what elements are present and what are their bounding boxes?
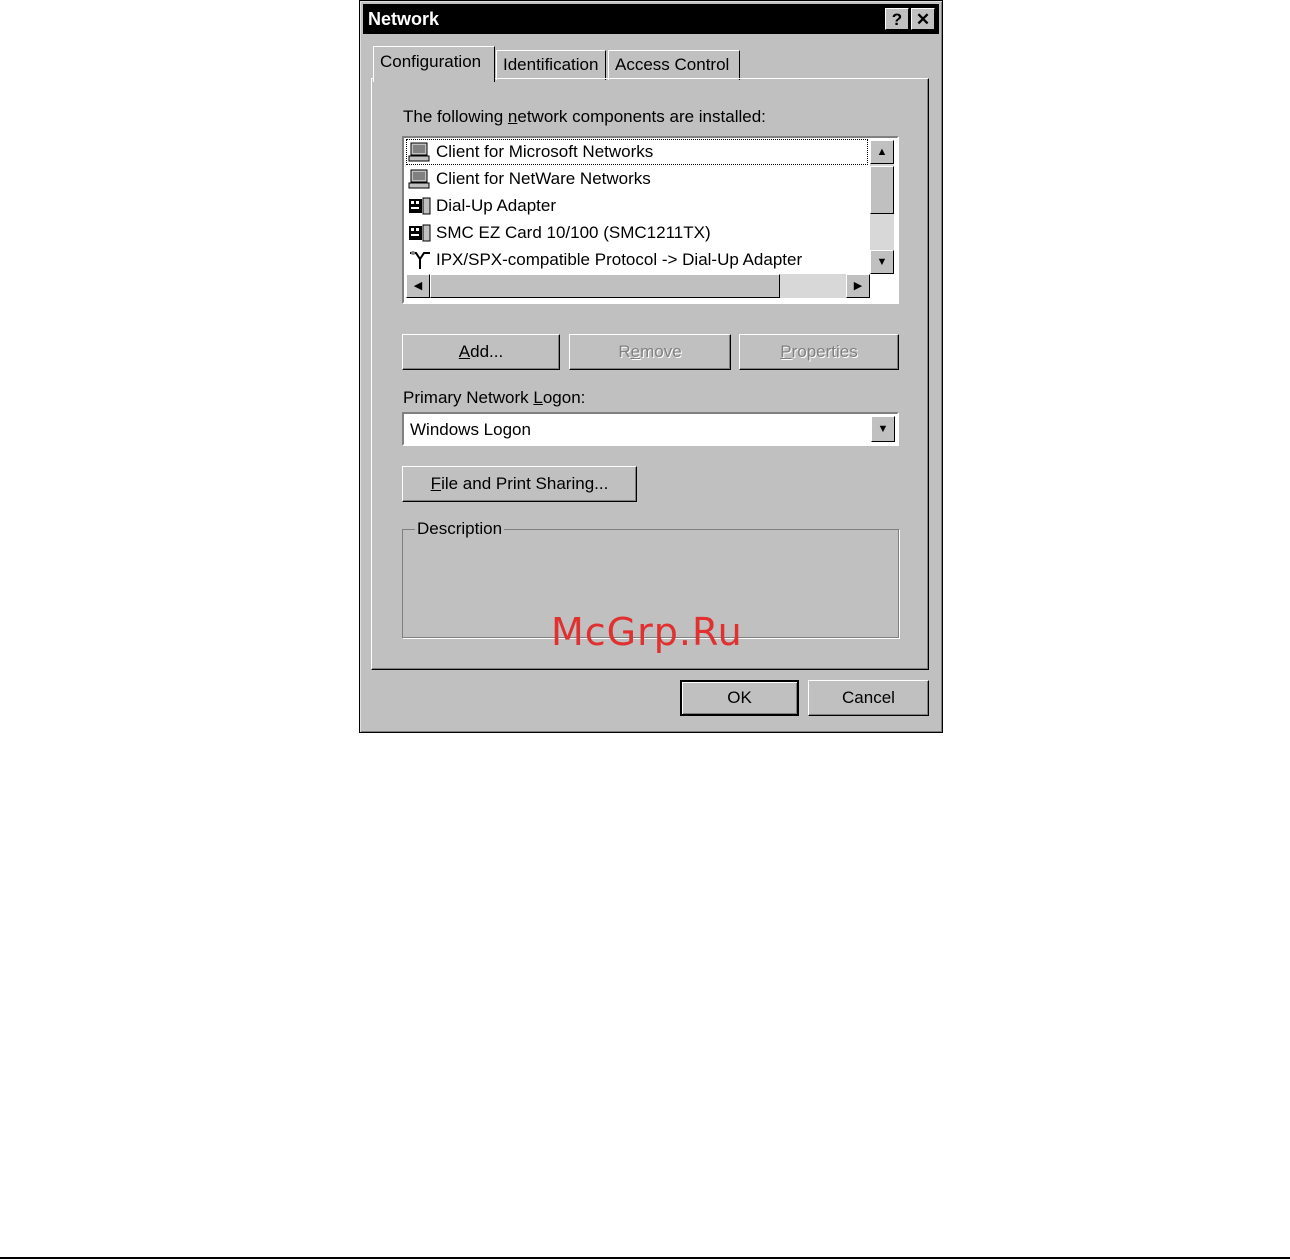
scroll-left-button[interactable]: ◀ [406,274,430,298]
page-bottom-rule [0,1257,1290,1259]
vertical-scrollbar[interactable]: ▲ ▼ [870,140,894,274]
components-listbox[interactable]: Client for Microsoft Networks Client for… [402,136,899,304]
horizontal-scroll-thumb[interactable] [430,274,780,298]
tab-identification-label: Identification [503,55,599,74]
description-legend: Description [415,519,505,539]
tab-configuration[interactable]: Configuration [373,46,495,82]
list-item[interactable]: Client for Microsoft Networks [406,139,868,165]
scroll-right-button[interactable]: ▶ [846,274,870,298]
properties-button[interactable]: Properties [739,334,899,370]
tab-configuration-label: Configuration [380,52,482,71]
remove-button[interactable]: Remove [569,334,731,370]
list-item[interactable]: IPX/SPX-compatible Protocol -> Dial-Up A… [406,247,868,273]
protocol-icon [406,249,434,271]
help-icon: ? [891,10,903,29]
file-print-sharing-button[interactable]: File and Print Sharing... [402,466,637,502]
adapter-card-icon [406,195,434,217]
primary-logon-label: Primary Network Logon: [403,388,586,407]
horizontal-scrollbar[interactable]: ◀ ▶ [406,274,870,298]
list-item[interactable]: Dial-Up Adapter [406,193,868,219]
vertical-scroll-thumb[interactable] [870,166,894,214]
list-item[interactable]: Client for NetWare Networks [406,166,868,192]
cancel-button[interactable]: Cancel [808,680,929,716]
arrow-left-icon: ◀ [413,280,423,292]
arrow-right-icon: ▶ [853,280,863,292]
components-label: The following network components are ins… [403,107,766,126]
ok-button[interactable]: OK [680,680,799,716]
scroll-up-button[interactable]: ▲ [870,140,894,164]
add-button[interactable]: Add... [402,334,560,370]
primary-logon-value: Windows Logon [410,420,531,439]
tab-access-control-label: Access Control [615,55,730,74]
watermark: McGrp.Ru [551,610,743,654]
dropdown-button[interactable]: ▼ [871,416,895,442]
primary-logon-select[interactable]: Windows Logon ▼ [402,412,899,446]
close-icon: ✕ [915,10,931,29]
close-button[interactable]: ✕ [911,8,935,30]
scroll-down-button[interactable]: ▼ [870,250,894,274]
chevron-down-icon: ▼ [877,423,889,435]
help-button[interactable]: ? [885,8,909,30]
adapter-card-icon [406,222,434,244]
tab-identification[interactable]: Identification [496,50,606,80]
arrow-up-icon: ▲ [876,146,888,158]
list-item[interactable]: SMC EZ Card 10/100 (SMC1211TX) [406,220,868,246]
window-title: Network [368,9,440,29]
arrow-down-icon: ▼ [876,256,888,268]
client-computer-icon [406,141,434,163]
title-bar[interactable]: Network ? ✕ [363,4,939,34]
client-computer-icon [406,168,434,190]
tab-access-control[interactable]: Access Control [608,50,740,80]
